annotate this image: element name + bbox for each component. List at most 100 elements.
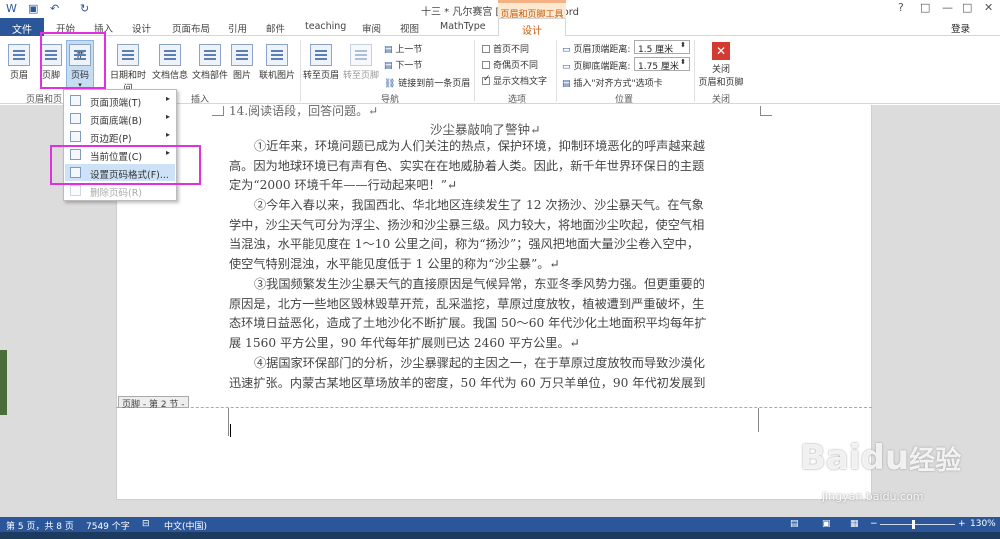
page-top-icon bbox=[70, 95, 81, 106]
footer-section-tag: 页脚 - 第 2 节 - bbox=[118, 396, 189, 410]
question-line: 14.阅读语段，回答问题。↵ bbox=[229, 104, 379, 118]
submenu-arrow-icon: ▸ bbox=[165, 112, 170, 121]
spinner-icon[interactable]: ⬍ bbox=[680, 41, 686, 49]
side-panel-handle[interactable] bbox=[0, 350, 7, 415]
taskbar bbox=[0, 532, 1000, 539]
zoom-out-icon[interactable]: − bbox=[870, 519, 878, 529]
separator bbox=[556, 40, 557, 102]
read-mode-icon[interactable]: ▤ bbox=[790, 519, 799, 529]
footer-from-bottom-input[interactable]: 1.75 厘米 ⬍ bbox=[634, 57, 690, 72]
group-close: 关闭 bbox=[711, 95, 730, 105]
close-window-icon[interactable]: ✕ bbox=[984, 1, 993, 14]
docparts-button[interactable]: 文档部件 bbox=[190, 44, 230, 81]
paragraph-1: ①近年来，环境问题已成为人们关注的热点，保护环境，抑制环境恶化的呼声越来越 高。… bbox=[229, 139, 705, 193]
article-heading: 沙尘暴敲响了警钟↵ bbox=[430, 122, 541, 137]
header-position-icon: ▭ bbox=[562, 45, 574, 55]
group-position: 位置 bbox=[614, 95, 633, 105]
down-arrow-icon: ▤ bbox=[384, 61, 396, 71]
login-link[interactable]: 登录 bbox=[951, 21, 970, 35]
header-from-top-input[interactable]: 1.5 厘米 ⬍ bbox=[634, 40, 690, 55]
footer-margin-line bbox=[228, 408, 229, 436]
alignment-tab-icon: ▤ bbox=[562, 79, 574, 89]
status-bar: 第 5 页，共 8 页 7549 个字 ⊟ 中文(中国) ▤ ▣ ▦ − + 1… bbox=[0, 517, 1000, 532]
tab-layout[interactable]: 页面布局 bbox=[172, 21, 210, 35]
link-previous-button[interactable]: ⛓ 链接到前一条页眉 bbox=[384, 76, 470, 89]
print-layout-icon[interactable]: ▣ bbox=[822, 519, 831, 529]
tab-file[interactable]: 文件 bbox=[0, 18, 44, 36]
language[interactable]: 中文(中国) bbox=[164, 519, 207, 532]
submenu-arrow-icon: ▸ bbox=[165, 130, 170, 139]
word-count[interactable]: 7549 个字 bbox=[86, 519, 130, 532]
close-header-footer-button[interactable]: ✕ 关闭 页眉和页脚 bbox=[696, 42, 746, 88]
checkbox-icon bbox=[482, 45, 490, 53]
page-count[interactable]: 第 5 页，共 8 页 bbox=[6, 519, 74, 532]
remove-page-number-icon bbox=[70, 185, 81, 196]
prev-section-button[interactable]: ▤ 上一节 bbox=[384, 42, 422, 55]
goto-footer-button[interactable]: 转至页脚 bbox=[342, 44, 380, 81]
next-section-button[interactable]: ▤ 下一节 bbox=[384, 58, 422, 71]
separator bbox=[694, 40, 695, 102]
header-button[interactable]: 页眉 bbox=[6, 44, 32, 81]
group-insert: 插入 bbox=[190, 95, 209, 105]
goto-header-icon bbox=[310, 44, 332, 66]
ribbon-display-icon[interactable]: □ bbox=[920, 1, 930, 14]
goto-footer-icon bbox=[350, 44, 372, 66]
zoom-slider-thumb[interactable] bbox=[912, 520, 915, 529]
web-layout-icon[interactable]: ▦ bbox=[850, 519, 859, 529]
separator bbox=[300, 40, 301, 102]
header-icon bbox=[8, 44, 30, 66]
checkbox-checked-icon bbox=[482, 74, 491, 85]
help-icon[interactable]: ? bbox=[898, 1, 904, 14]
ribbon-tabs: 文件 开始 插入 设计 页面布局 引用 邮件 teaching 审阅 视图 Ma… bbox=[0, 0, 1000, 37]
separator bbox=[474, 40, 475, 102]
online-picture-button[interactable]: 联机图片 bbox=[256, 44, 298, 81]
tab-header-footer-design[interactable]: 设计 bbox=[498, 18, 566, 37]
text-cursor bbox=[230, 424, 231, 437]
menu-item-bottom-of-page[interactable]: 页面底端(B) ▸ bbox=[65, 110, 175, 127]
tab-references[interactable]: 引用 bbox=[228, 21, 247, 35]
show-text-checkbox[interactable]: 显示文档文字 bbox=[482, 74, 547, 87]
footer-margin-line bbox=[758, 408, 759, 432]
highlight-box-format-item bbox=[50, 145, 201, 185]
tab-design[interactable]: 设计 bbox=[132, 21, 151, 35]
context-group-label: 页眉和页脚工具 bbox=[498, 0, 566, 20]
tab-mailings[interactable]: 邮件 bbox=[266, 21, 285, 35]
group-options: 选项 bbox=[507, 95, 526, 105]
spinner-icon[interactable]: ⬍ bbox=[680, 58, 686, 66]
calendar-icon bbox=[117, 44, 139, 66]
picture-icon bbox=[231, 44, 253, 66]
odd-even-checkbox[interactable]: 奇偶页不同 bbox=[482, 58, 538, 71]
up-arrow-icon: ▤ bbox=[384, 45, 396, 55]
watermark-brand: Baidu经验 bbox=[800, 438, 962, 478]
different-first-checkbox[interactable]: 首页不同 bbox=[482, 42, 529, 55]
zoom-level[interactable]: 130% bbox=[970, 519, 996, 529]
goto-header-button[interactable]: 转至页眉 bbox=[302, 44, 340, 81]
highlight-box-page-number bbox=[40, 32, 106, 89]
paragraph-4: ④据国家环保部门的分析，沙尘暴骤起的主因之一，在于草原过度放牧而导致沙漠化 迅速… bbox=[229, 356, 706, 390]
tab-mathtype[interactable]: MathType bbox=[440, 21, 486, 32]
tab-teaching[interactable]: teaching bbox=[305, 21, 346, 32]
header-from-top-label: ▭ 页眉顶端距离: bbox=[562, 45, 631, 55]
datetime-button[interactable]: 日期和时间 bbox=[106, 44, 150, 94]
minimize-icon[interactable]: — bbox=[942, 1, 953, 14]
link-icon: ⛓ bbox=[384, 79, 399, 89]
picture-button[interactable]: 图片 bbox=[230, 44, 254, 81]
paragraph-2: ②今年入春以来，我国西北、华北地区连续发生了 12 次扬沙、沙尘暴天气。在气象 … bbox=[229, 198, 705, 272]
menu-item-page-margins[interactable]: 页边距(P) ▸ bbox=[65, 128, 175, 145]
menu-item-top-of-page[interactable]: 页面顶端(T) ▸ bbox=[65, 92, 175, 109]
docinfo-button[interactable]: 文档信息 bbox=[150, 44, 190, 81]
insert-alignment-tab-button[interactable]: ▤ 插入"对齐方式"选项卡 bbox=[562, 76, 663, 89]
footer-position-icon: ▭ bbox=[562, 62, 574, 72]
maximize-icon[interactable]: □ bbox=[962, 1, 972, 14]
zoom-in-icon[interactable]: + bbox=[958, 519, 966, 529]
footer-from-bottom-label: ▭ 页脚底端距离: bbox=[562, 62, 631, 72]
tab-review[interactable]: 审阅 bbox=[362, 21, 381, 35]
online-picture-icon bbox=[266, 44, 288, 66]
zoom-slider[interactable] bbox=[880, 524, 955, 525]
proofing-icon[interactable]: ⊟ bbox=[142, 519, 150, 529]
watermark-url: jingyan.baidu.com bbox=[822, 490, 924, 503]
margin-corner bbox=[760, 106, 772, 116]
tab-view[interactable]: 视图 bbox=[400, 21, 419, 35]
document-info-icon bbox=[159, 44, 181, 66]
page-margin-icon bbox=[70, 131, 81, 142]
